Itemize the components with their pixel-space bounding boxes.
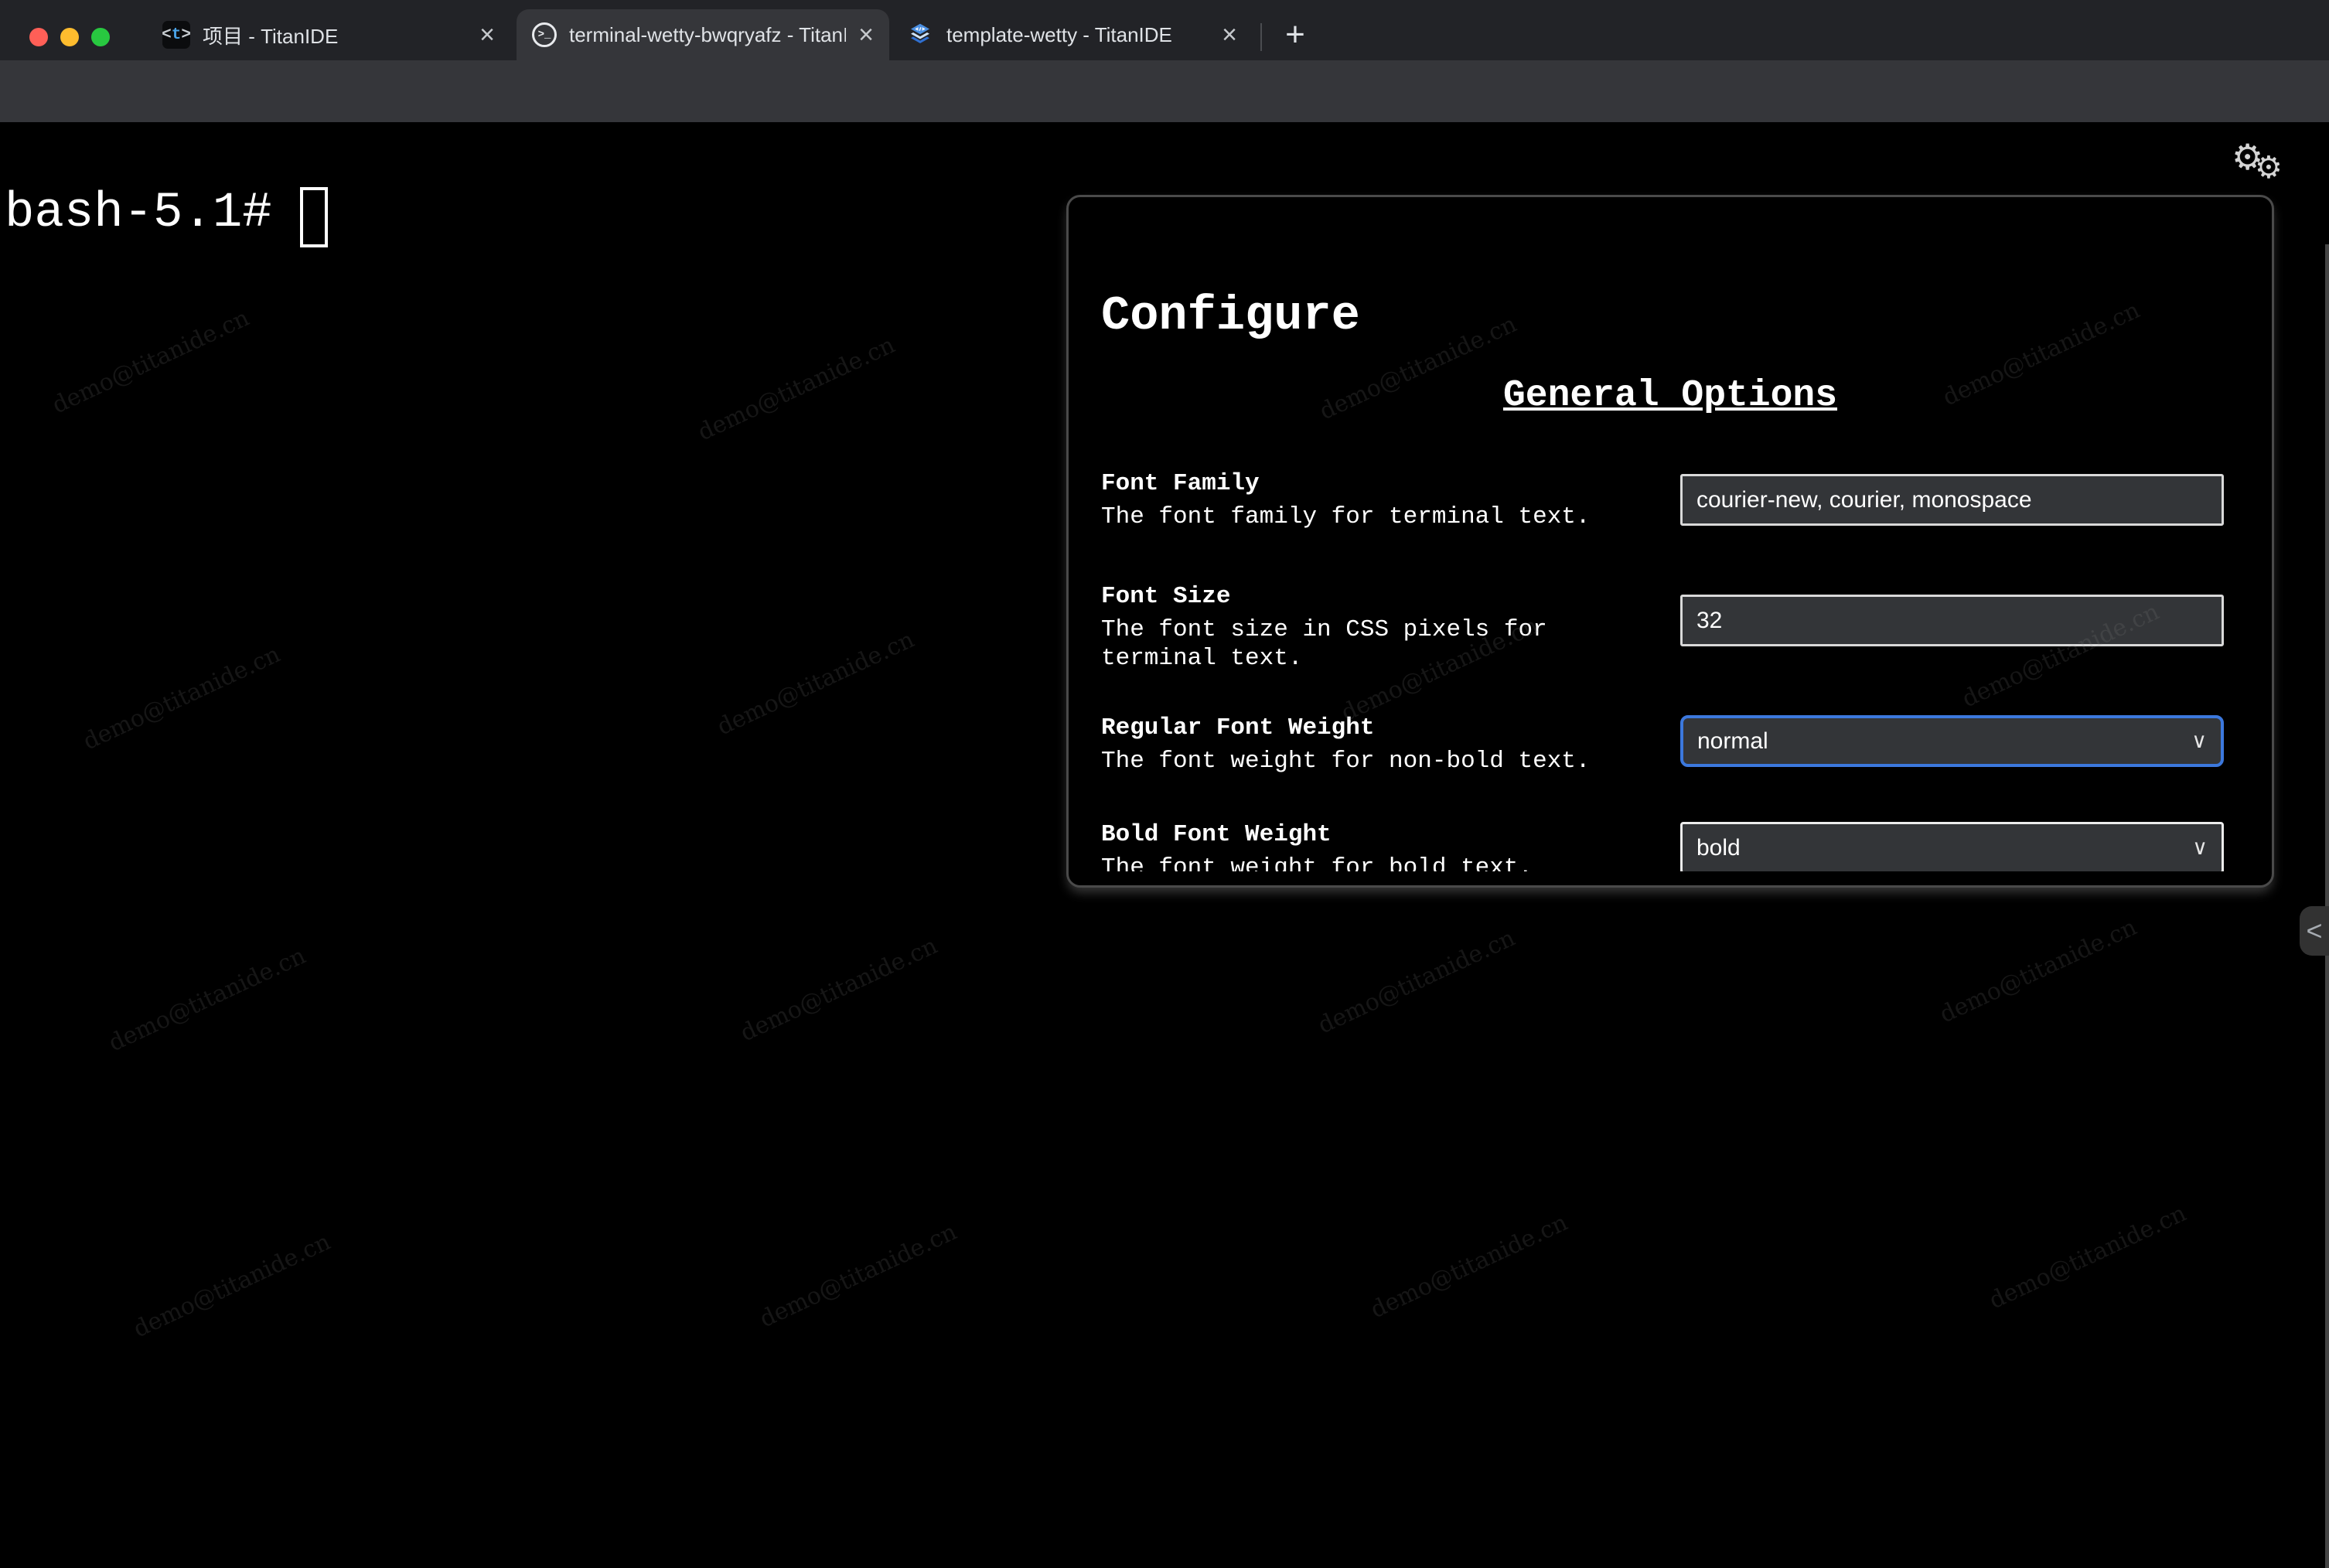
window-zoom-button[interactable] [91,28,110,46]
settings-gears-icon[interactable]: ⚙⚙ [2232,136,2317,198]
regular-font-weight-value: normal [1697,728,1768,755]
font-size-desc: The font size in CSS pixels for terminal… [1101,615,1611,673]
terminal-page[interactable]: bash-5.1# ⚙⚙ Configure General Options F… [0,122,2329,1446]
terminal-prompt: bash-5.1# [5,186,272,241]
configure-title: Configure [1101,288,1360,343]
general-options-heading: General Options [1069,375,2272,417]
bold-font-weight-row: Bold Font Weight The font weight for bol… [1101,820,2224,871]
tab-strip: <t> 项目 - TitanIDE × >_ terminal-wetty-bw… [0,0,2329,60]
regular-font-weight-desc: The font weight for non-bold text. [1101,747,1611,775]
regular-font-weight-row: Regular Font Weight The font weight for … [1101,714,2224,775]
chevron-down-icon: ∨ [2191,729,2207,753]
terminal-cursor [300,187,328,247]
font-family-value: courier-new, courier, monospace [1696,487,2032,513]
font-size-value: 32 [1696,608,1722,634]
terminal-circle-icon: >_ [532,22,557,47]
new-tab-button[interactable]: + [1274,14,1316,56]
browser-chrome: <t> 项目 - TitanIDE × >_ terminal-wetty-bw… [0,0,2329,122]
font-size-input[interactable]: 32 [1680,595,2224,646]
tab-title: 项目 - TitanIDE [203,21,467,49]
tab-title: terminal-wetty-bwqryafz - TitanIDE [569,23,846,47]
bold-font-weight-select[interactable]: bold ∨ [1680,822,2224,871]
font-family-input[interactable]: courier-new, courier, monospace [1680,474,2224,526]
titan-code-icon: <t> [162,21,190,49]
font-size-row: Font Size The font size in CSS pixels fo… [1101,582,2224,673]
tab-project-titanide[interactable]: <t> 项目 - TitanIDE × [147,9,510,60]
configure-panel: Configure General Options Font Family Th… [1066,195,2274,888]
bold-font-weight-value: bold [1696,835,1741,861]
tab-divider [1260,23,1262,51]
tab-title: template-wetty - TitanIDE [946,23,1209,47]
close-icon[interactable]: × [479,22,495,48]
drawer-collapse-handle[interactable]: < [2300,906,2329,956]
bold-font-weight-desc: The font weight for bold text. [1101,854,1611,871]
font-family-desc: The font family for terminal text. [1101,503,1611,531]
window-minimize-button[interactable] [60,28,79,46]
browser-toolbar: try.titanide.cn/ide/web/coding/terminal-… [0,60,2329,122]
window-close-button[interactable] [29,28,48,46]
font-family-row: Font Family The font family for terminal… [1101,469,2224,531]
close-icon[interactable]: × [1222,22,1237,48]
tab-template-wetty[interactable]: template-wetty - TitanIDE × [891,9,1253,60]
chevron-down-icon: ∨ [2192,836,2208,860]
tab-terminal-wetty[interactable]: >_ terminal-wetty-bwqryafz - TitanIDE × [517,9,889,60]
regular-font-weight-select[interactable]: normal ∨ [1680,715,2224,767]
close-icon[interactable]: × [858,22,874,48]
configure-panel-content: Configure General Options Font Family Th… [1069,197,2272,871]
layers-icon [906,21,934,49]
